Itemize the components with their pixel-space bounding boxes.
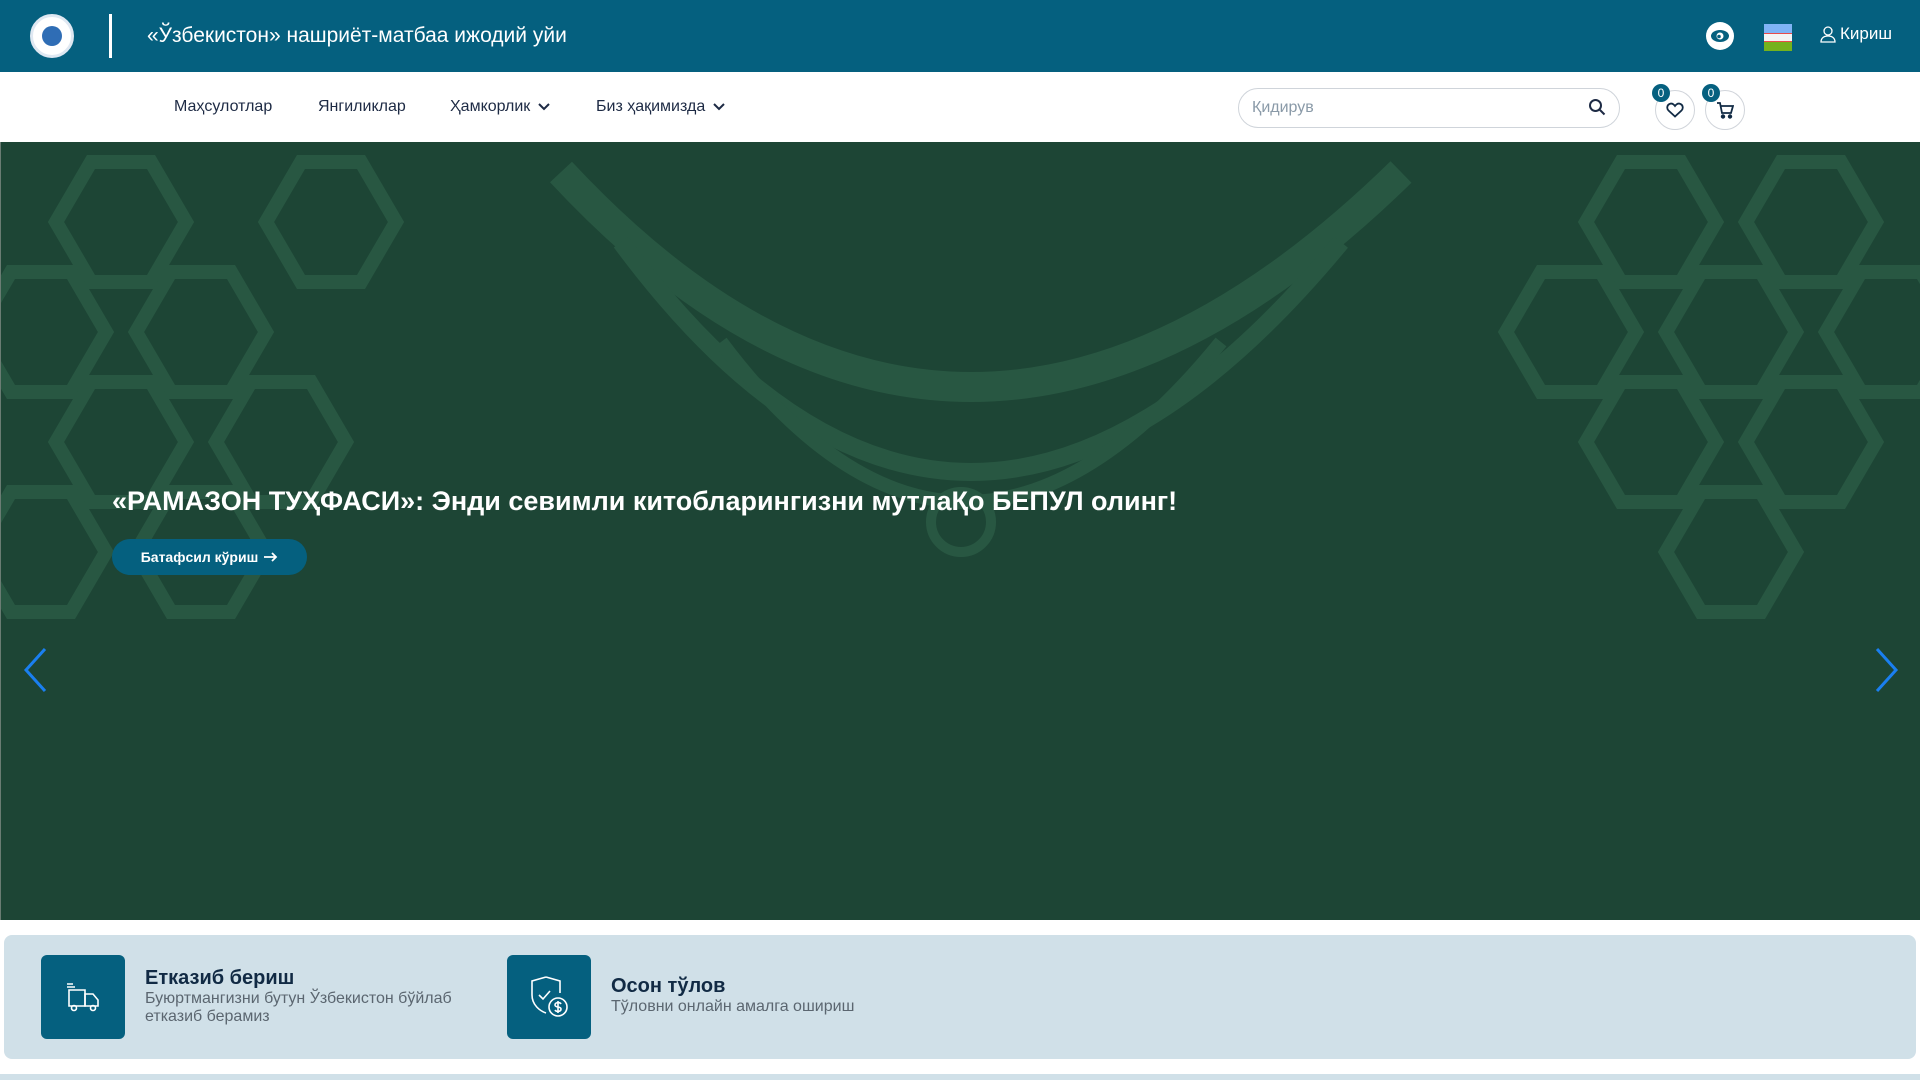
slider-next-arrow-icon[interactable] (1873, 647, 1899, 693)
feature-title: Етказиб бериш (145, 967, 295, 989)
heart-icon (1666, 102, 1684, 118)
cta-label: Батафсил кўриш (140, 549, 259, 565)
arrow-right-icon (264, 552, 278, 562)
site-title: «Ўзбекистон» нашриёт-матбаа ижодий уйи (147, 24, 567, 47)
accessibility-eye-icon[interactable] (1706, 22, 1734, 50)
feature-description: Буюртмангизни бутун Ўзбекистон бўйлаб (145, 990, 452, 1007)
cart-count-badge: 0 (1702, 84, 1720, 102)
features-panel: Етказиб бериш Буюртмангизни бутун Ўзбеки… (4, 935, 1916, 1059)
main-nav: Маҳсулотлар Янгиликлар Ҳамкорлик Биз ҳақ… (0, 72, 1920, 142)
delivery-truck-icon (67, 983, 99, 1012)
login-label: Кириш (1840, 24, 1892, 43)
nav-products[interactable]: Маҳсулотлар (174, 98, 272, 116)
nav-label: Биз ҳақимизда (596, 98, 706, 115)
user-icon (1820, 25, 1836, 43)
nav-label: Янгиликлар (318, 98, 406, 115)
next-section-edge (0, 1074, 1920, 1080)
slider-prev-arrow-icon[interactable] (23, 647, 49, 693)
feature-delivery-icon-box (41, 955, 125, 1039)
nav-label: Ҳамкорлик (450, 98, 531, 115)
login-link[interactable]: Кириш (1820, 24, 1892, 44)
top-bar: «Ўзбекистон» нашриёт-матбаа ижодий уйи К… (0, 0, 1920, 72)
feature-payment-icon-box (507, 955, 591, 1039)
nav-about[interactable]: Биз ҳақимизда (596, 98, 725, 116)
hero-headline: «РАМАЗОН ТУҲФАСИ»: Энди севимли китоблар… (112, 486, 1178, 516)
payment-shield-icon (531, 976, 568, 1017)
nav-partnership[interactable]: Ҳамкорлик (450, 98, 550, 116)
cart-icon (1717, 101, 1734, 119)
nav-label: Маҳсулотлар (174, 98, 273, 115)
hero-slider (0, 142, 1920, 920)
nav-news[interactable]: Янгиликлар (318, 98, 406, 116)
language-flag-uz[interactable] (1764, 24, 1792, 51)
wishlist-count-badge: 0 (1652, 84, 1670, 102)
feature-description: Тўловни онлайн амалга ошириш (611, 998, 855, 1015)
search-input[interactable] (1238, 88, 1620, 128)
publisher-logo[interactable] (30, 14, 74, 58)
feature-description: етказиб берамиз (145, 1008, 270, 1025)
feature-title: Осон тўлов (611, 975, 726, 997)
search-icon[interactable] (1588, 98, 1606, 116)
hero-pattern-decoration (1, 155, 1920, 619)
hero-details-button[interactable]: Батафсил кўриш (112, 539, 307, 575)
chevron-down-icon (713, 103, 725, 111)
chevron-down-icon (538, 103, 550, 111)
header-divider (109, 14, 112, 58)
